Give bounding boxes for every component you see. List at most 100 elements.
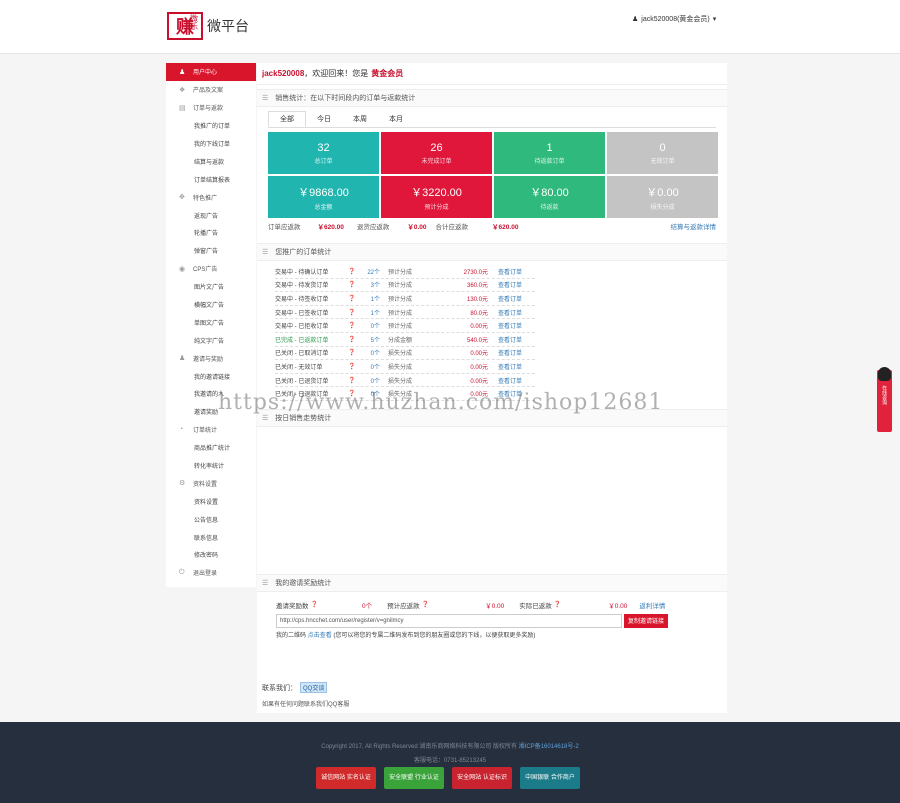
- user-menu[interactable]: ♟ jack520008(黄金会员) ▾: [632, 14, 716, 24]
- invite-label-2: 预计应返款: [387, 602, 420, 610]
- stat-card: ￥80.00 待返款: [494, 176, 605, 218]
- sidebar-item-12[interactable]: 图片文广告: [166, 278, 256, 296]
- sidebar-item-label: 邀请奖励: [194, 410, 219, 417]
- refund-detail-link[interactable]: 结算与返款详情: [671, 221, 717, 231]
- stat-value: ￥80.00: [530, 186, 569, 199]
- tab-1[interactable]: 今日: [306, 111, 342, 127]
- view-orders-link[interactable]: 查看订单: [488, 376, 522, 385]
- order-count: 1个: [370, 296, 380, 303]
- sidebar-item-2[interactable]: ▤ 订单与返款: [166, 99, 256, 117]
- tab-2[interactable]: 本周: [342, 111, 378, 127]
- sidebar-item-28[interactable]: ⏻ 退出登录: [166, 564, 256, 582]
- file-icon: ▤: [179, 104, 186, 112]
- stat-card: ￥0.00 损失分成: [607, 176, 718, 218]
- sidebar-item-25[interactable]: 公告信息: [166, 510, 256, 528]
- sidebar-item-20[interactable]: ◔ 订单统计: [166, 421, 256, 439]
- tab-3[interactable]: 本月: [378, 111, 414, 127]
- table-row: 交易中 - 待确认订单 ❓ 22个 预计分成 2730.0元 查看订单: [275, 265, 535, 279]
- trust-badge[interactable]: 中国银联 合作商户: [520, 767, 580, 789]
- view-orders-link[interactable]: 查看订单: [488, 280, 522, 289]
- qrcode-tip: 我的二维码 点击查看 (您可以将您的专属二维码发布到您的朋友圈或您的下线，以便获…: [276, 630, 727, 639]
- list-icon: ☰: [262, 95, 269, 102]
- trust-badge[interactable]: 安全网站 认证标识: [452, 767, 512, 789]
- qq-chat-button[interactable]: QQ交谈: [300, 682, 328, 693]
- help-icon[interactable]: ❓: [348, 322, 360, 329]
- pie-icon: ◔: [179, 426, 184, 434]
- list-icon: ☰: [262, 249, 269, 256]
- sidebar-item-6[interactable]: 订单结算报表: [166, 170, 256, 188]
- help-icon[interactable]: ❓: [348, 363, 360, 370]
- sidebar-item-label: 转化率统计: [194, 464, 225, 471]
- help-icon[interactable]: ❓: [348, 281, 360, 288]
- help-icon[interactable]: ❓: [348, 309, 360, 316]
- sidebar-item-27[interactable]: 修改密码: [166, 546, 256, 564]
- sidebar-item-0[interactable]: ♟ 用户中心: [166, 63, 256, 81]
- invite-detail-link[interactable]: 返利详情: [639, 600, 665, 610]
- arrows-icon: ✥: [179, 194, 185, 202]
- sidebar-item-8[interactable]: 返现广告: [166, 206, 256, 224]
- promo-title: 您推广的订单统计: [275, 249, 332, 256]
- sidebar-item-4[interactable]: 我的下线订单: [166, 135, 256, 153]
- sidebar-item-label: 订单与返款: [193, 106, 224, 113]
- stat-label: 无效订单: [650, 158, 675, 165]
- sidebar-item-5[interactable]: 结算与返款: [166, 152, 256, 170]
- help-icon[interactable]: ❓: [422, 601, 429, 608]
- sidebar-item-label: 修改密码: [194, 553, 219, 560]
- sidebar-item-3[interactable]: 我推广的订单: [166, 117, 256, 135]
- stat-value: ￥3220.00: [411, 186, 462, 199]
- sidebar-item-9[interactable]: 轮播广告: [166, 224, 256, 242]
- sidebar-item-15[interactable]: 纯文字广告: [166, 331, 256, 349]
- logo[interactable]: 赚 微乐 微平台: [167, 12, 249, 40]
- amount-type: 预计分成: [388, 269, 413, 276]
- tab-0[interactable]: 全部: [268, 111, 306, 127]
- help-icon[interactable]: ❓: [311, 601, 318, 608]
- trust-badge[interactable]: 安全联盟 行业认证: [384, 767, 444, 789]
- sidebar-item-label: 邀请与奖励: [193, 356, 224, 363]
- sidebar-item-10[interactable]: 弹窗广告: [166, 242, 256, 260]
- copy-link-button[interactable]: 复制邀请链接: [624, 613, 669, 628]
- view-orders-link[interactable]: 查看订单: [488, 335, 522, 344]
- sidebar-item-label: 返现广告: [194, 213, 219, 220]
- sidebar-item-7[interactable]: ✥ 特色推广: [166, 188, 256, 206]
- help-icon[interactable]: ❓: [348, 349, 360, 356]
- stat-card: 0 无效订单: [607, 132, 718, 174]
- chart-area: [257, 427, 727, 574]
- order-amount: 0.00元: [470, 324, 488, 331]
- help-icon[interactable]: ❓: [554, 601, 561, 608]
- sidebar-item-11[interactable]: ◉ CPS广告: [166, 260, 256, 278]
- sidebar-item-14[interactable]: 单图文广告: [166, 313, 256, 331]
- sidebar-item-13[interactable]: 横幅文广告: [166, 296, 256, 314]
- order-amount: 2730.0元: [463, 269, 488, 276]
- stat-value: 32: [317, 141, 330, 154]
- refund-summary: 订单应返款 ￥620.00 退货应返款 ￥0.00 合计应返款 ￥620.00 …: [268, 221, 716, 231]
- stat-label: 未完成订单: [421, 158, 452, 165]
- sidebar-item-17[interactable]: 我的邀请链接: [166, 367, 256, 385]
- sidebar-item-21[interactable]: 商品推广统计: [166, 439, 256, 457]
- view-orders-link[interactable]: 查看订单: [488, 362, 522, 371]
- help-icon[interactable]: ❓: [348, 336, 360, 343]
- view-orders-link[interactable]: 查看订单: [488, 267, 522, 276]
- order-count: 0个: [370, 351, 380, 358]
- contact-label: 联系我们：: [262, 684, 297, 692]
- order-amount: 0.00元: [470, 364, 488, 371]
- sidebar-item-24[interactable]: 资料设置: [166, 492, 256, 510]
- view-orders-link[interactable]: 查看订单: [488, 321, 522, 330]
- sidebar-item-23[interactable]: ⚙ 资料设置: [166, 474, 256, 492]
- icp-link[interactable]: 湘ICP备16014618号-2: [519, 744, 579, 750]
- order-count: 1个: [370, 310, 380, 317]
- view-orders-link[interactable]: 查看订单: [488, 308, 522, 317]
- qq-float-button[interactable]: 在线咨询: [877, 367, 892, 432]
- trust-badge[interactable]: 诚信网站 实名认证: [316, 767, 376, 789]
- sidebar-item-16[interactable]: ♟ 邀请与奖励: [166, 349, 256, 367]
- view-orders-link[interactable]: 查看订单: [488, 348, 522, 357]
- top-header: 赚 微乐 微平台 ♟ jack520008(黄金会员) ▾: [0, 0, 900, 54]
- sidebar-item-22[interactable]: 转化率统计: [166, 457, 256, 475]
- invite-link-input[interactable]: http://cps.hncchet.com/user/register/v=g…: [276, 613, 622, 628]
- sidebar-item-26[interactable]: 联系信息: [166, 528, 256, 546]
- help-icon[interactable]: ❓: [348, 377, 360, 384]
- view-orders-link[interactable]: 查看订单: [488, 294, 522, 303]
- qrcode-link[interactable]: 点击查看: [308, 633, 332, 639]
- help-icon[interactable]: ❓: [348, 295, 360, 302]
- help-icon[interactable]: ❓: [348, 268, 360, 275]
- sidebar-item-1[interactable]: ❖ 产品及文案: [166, 81, 256, 99]
